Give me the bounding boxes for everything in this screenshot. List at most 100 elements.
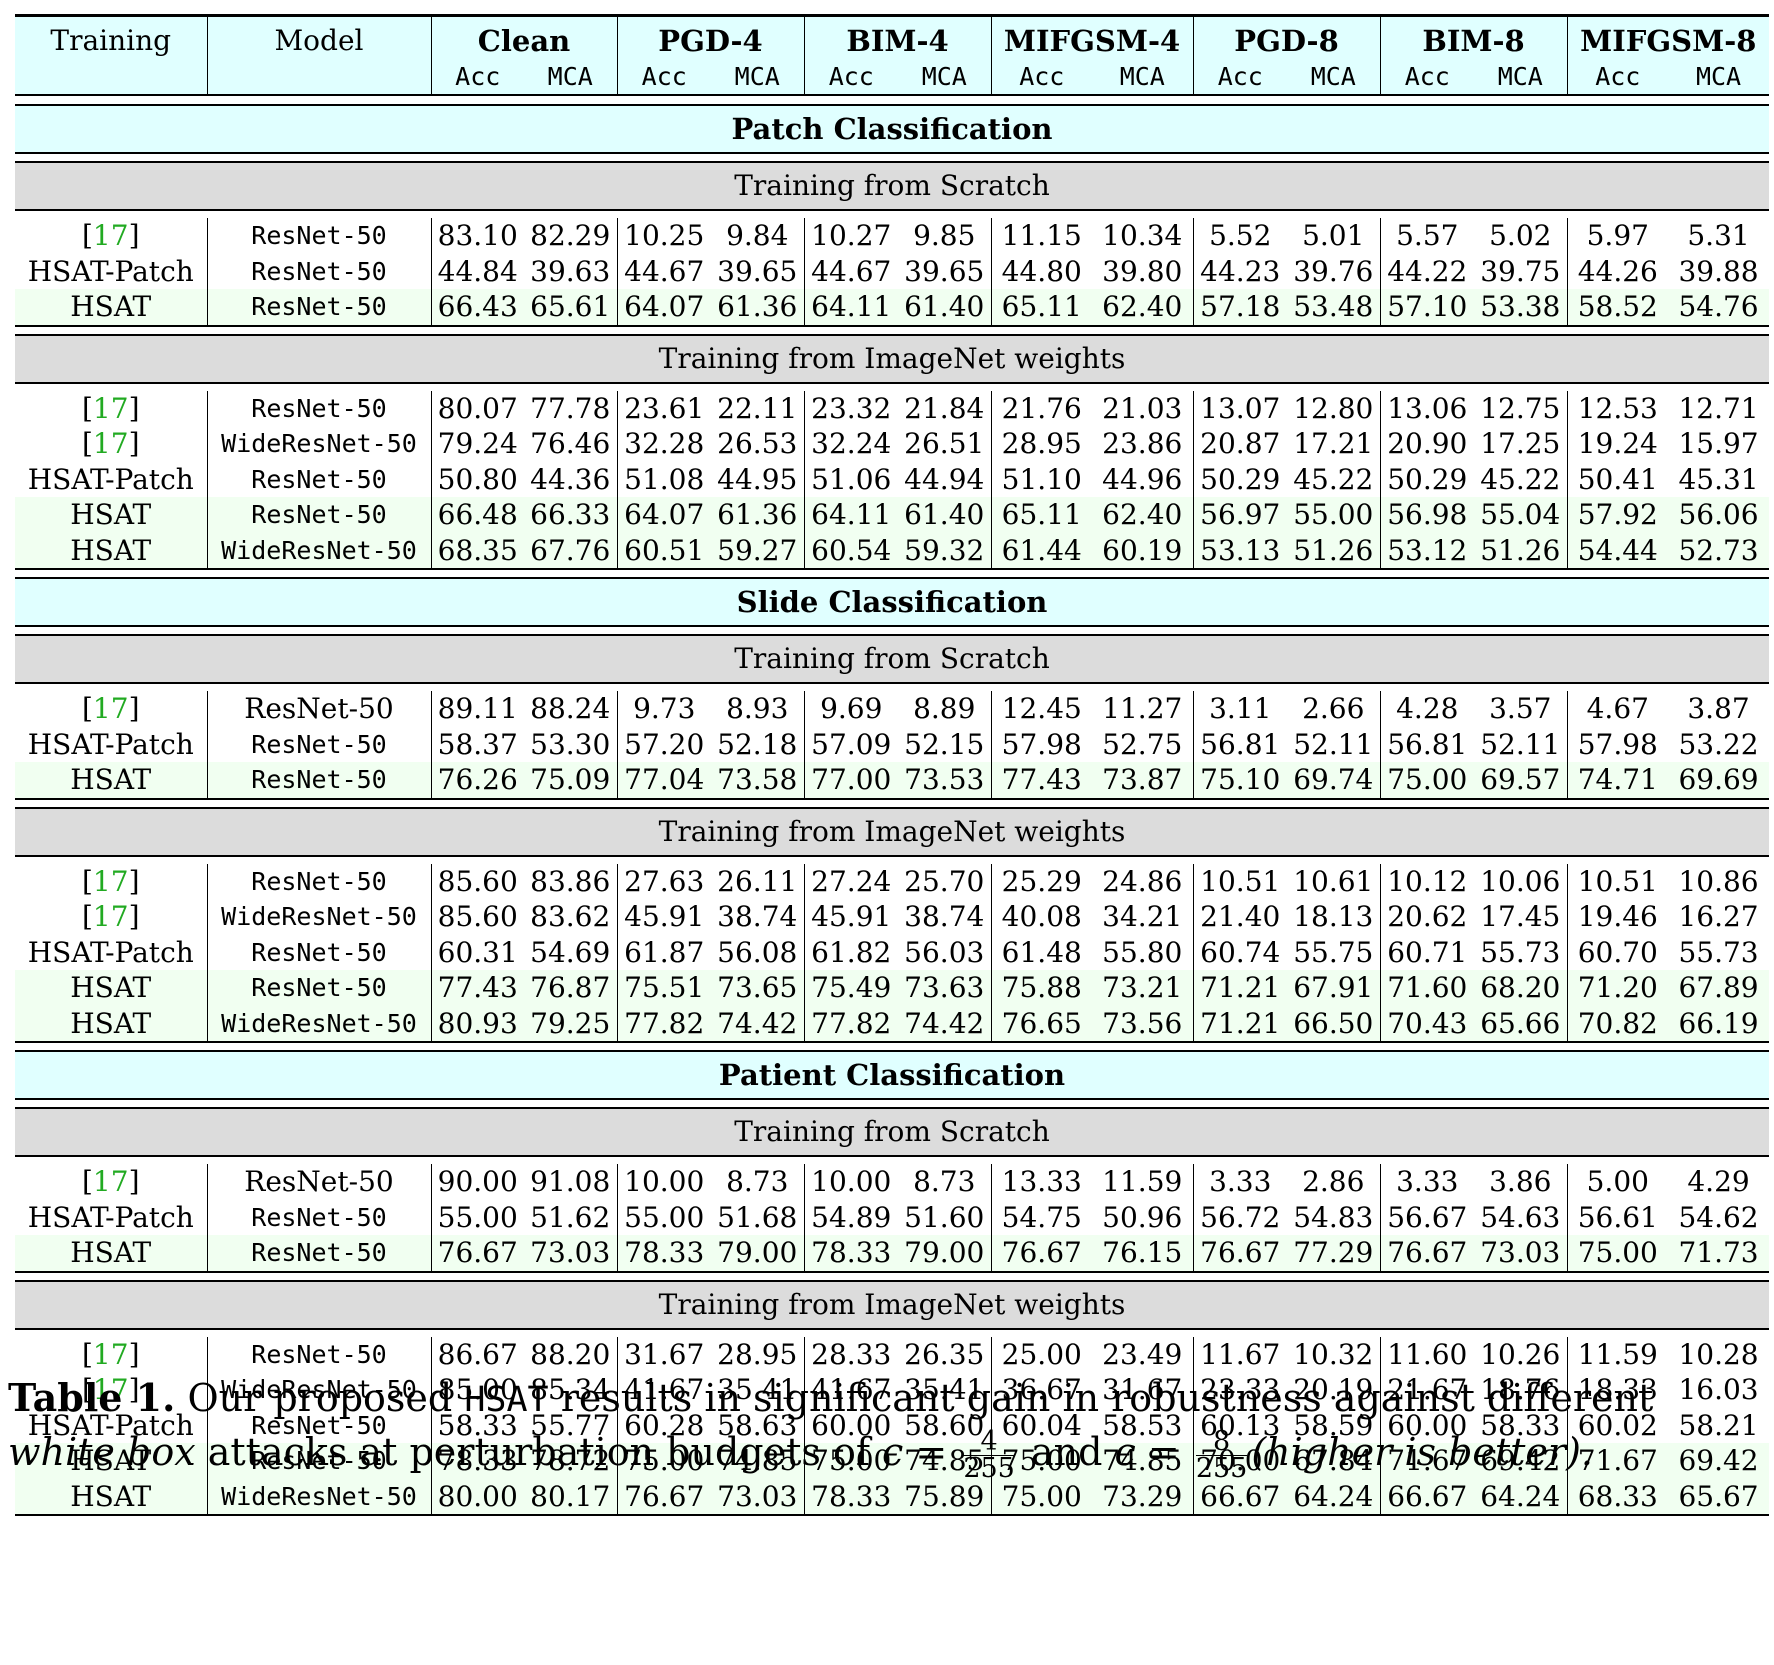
row-value: 34.21	[1092, 899, 1194, 935]
row-value: 54.75	[1001, 1200, 1082, 1234]
row-value: 51.62	[524, 1199, 618, 1235]
row-value: 61.44	[991, 532, 1093, 570]
row-value: 44.67	[624, 254, 705, 288]
caption-text-1: Our proposed	[187, 1376, 453, 1420]
table-row: HSAT ResNet-50 76.67 73.03 78.33 79.00 78.33 79…	[15, 1235, 1770, 1273]
row-model: ResNet-50	[207, 970, 432, 1006]
row-value: 71.21	[1193, 970, 1288, 1006]
row-value: 73.29	[1092, 1478, 1194, 1516]
row-value: 44.84	[437, 254, 518, 288]
row-value: 55.00	[437, 1200, 518, 1234]
row-value: 57.09	[811, 727, 892, 761]
row-value: 51.10	[1001, 462, 1082, 496]
row-value: 50.29	[1387, 462, 1468, 496]
table-row: [17] ResNet-50 86.67 88.20 31.67 28.95 28.33 26…	[15, 1336, 1769, 1372]
row-value: 8.93	[711, 691, 805, 727]
row-value: 23.61	[624, 391, 705, 425]
row-value: 9.84	[711, 218, 805, 254]
row-value: 45.91	[624, 900, 705, 933]
row-value: 11.27	[1092, 691, 1194, 727]
row-value: 76.46	[524, 426, 618, 462]
table-row: [17] ResNet-50 89.11 88.24 9.73 8.93 9.69 8.89 1…	[15, 691, 1769, 727]
row-value: 66.19	[1668, 1005, 1770, 1043]
row-value: 45.31	[1678, 462, 1759, 496]
row-value: 12.71	[1678, 391, 1759, 425]
row-value: 12.80	[1287, 390, 1381, 426]
row-value: 73.03	[524, 1235, 618, 1273]
row-value: 66.67	[1380, 1478, 1475, 1516]
table-row: [17] WideResNet-50 85.60 83.62 45.91 38.74 45.…	[15, 899, 1769, 935]
row-value: 11.59	[1577, 1337, 1658, 1371]
row-training: [17]	[15, 691, 208, 727]
row-value: 9.69	[820, 692, 883, 725]
row-value: 20.87	[1200, 427, 1281, 460]
row-value: 52.18	[711, 726, 805, 762]
row-value: 5.00	[1586, 1165, 1649, 1198]
row-model: ResNet-50	[207, 461, 432, 497]
row-value: 21.40	[1200, 900, 1281, 933]
row-value: 44.67	[811, 254, 892, 288]
table-row: [17] ResNet-50 80.07 77.78 23.61 22.11 23.32 21…	[15, 390, 1769, 426]
row-value: 58.52	[1567, 289, 1669, 327]
row-value: 53.22	[1678, 727, 1759, 761]
row-value: 3.86	[1474, 1164, 1568, 1200]
row-value: 5.01	[1287, 218, 1381, 254]
row-value: 10.06	[1474, 863, 1568, 899]
row-value: 86.67	[437, 1337, 518, 1371]
row-value: 73.03	[711, 1478, 805, 1516]
row-value: 75.88	[991, 970, 1093, 1006]
row-value: 57.98	[1577, 727, 1658, 761]
row-value: 16.27	[1678, 900, 1759, 933]
table-row: HSAT ResNet-50 76.26 75.09 77.04 73.58 77.00 73…	[15, 762, 1770, 800]
table-row: [17] ResNet-50 85.60 83.86 27.63 26.11 27.24 25…	[15, 863, 1769, 899]
row-value: 39.88	[1678, 254, 1759, 288]
row-value: 12.75	[1474, 390, 1568, 426]
row-value: 21.84	[898, 390, 992, 426]
row-training: HSAT	[15, 1235, 208, 1273]
row-training: HSAT-Patch	[15, 461, 208, 497]
row-value: 5.97	[1586, 219, 1649, 252]
row-training: HSAT	[15, 1478, 208, 1516]
row-value: 50.41	[1577, 462, 1658, 496]
row-value: 39.76	[1287, 253, 1381, 289]
group-title: Training from ImageNet weights	[15, 806, 1770, 857]
row-value: 65.61	[524, 289, 618, 327]
row-value: 56.81	[1200, 727, 1281, 761]
row-value: 55.73	[1678, 935, 1759, 969]
row-value: 80.00	[431, 1478, 524, 1516]
row-value: 21.03	[1092, 390, 1194, 426]
row-value: 75.49	[804, 970, 899, 1006]
row-value: 13.06	[1387, 391, 1468, 425]
row-value: 38.74	[898, 899, 992, 935]
row-value: 66.33	[524, 497, 618, 533]
header-attack: MIFGSM-4	[991, 15, 1194, 59]
group-title: Training from ImageNet weights	[15, 333, 1770, 384]
caption-method: HSAT	[464, 1380, 549, 1420]
row-value: 64.11	[804, 497, 899, 533]
row-value: 60.71	[1387, 935, 1468, 969]
row-value: 89.11	[437, 692, 518, 725]
row-value: 19.24	[1577, 427, 1658, 460]
row-value: 5.02	[1474, 218, 1568, 254]
row-value: 3.87	[1687, 692, 1750, 725]
row-training: [17]	[15, 899, 208, 935]
row-value: 71.60	[1380, 970, 1475, 1006]
row-value: 67.91	[1287, 970, 1381, 1006]
row-value: 57.10	[1380, 289, 1475, 327]
row-value: 71.73	[1668, 1235, 1770, 1273]
row-value: 61.40	[898, 497, 992, 533]
row-value: 73.58	[711, 762, 805, 800]
header-metric-mca: MCA	[1092, 59, 1194, 95]
caption-eps-2: ϵ =	[1114, 1430, 1180, 1474]
row-value: 32.24	[811, 427, 892, 460]
row-value: 56.61	[1577, 1200, 1658, 1234]
row-value: 53.48	[1287, 289, 1381, 327]
row-value: 54.69	[524, 934, 618, 970]
row-value: 28.33	[811, 1337, 892, 1371]
row-value: 51.06	[811, 462, 892, 496]
row-value: 61.48	[1001, 935, 1082, 969]
row-value: 76.67	[1380, 1235, 1475, 1273]
table-row: HSAT-Patch ResNet-50 55.00 51.62 55.00 51.68 5…	[15, 1199, 1769, 1235]
row-training: [17]	[15, 218, 208, 254]
row-value: 76.67	[431, 1235, 524, 1273]
